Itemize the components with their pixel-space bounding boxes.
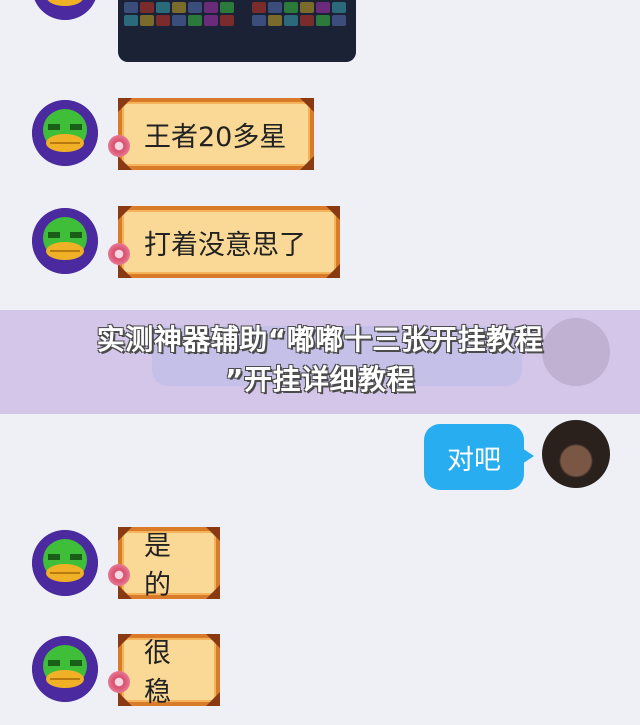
message-text: 王者20多星 bbox=[144, 121, 287, 153]
message-text: 打着没意思了 bbox=[144, 229, 306, 261]
title-banner: 实测神器辅助“嘟嘟十三张开挂教程 ”开挂详细教程 bbox=[0, 310, 640, 414]
duck-icon bbox=[32, 100, 98, 166]
duck-avatar[interactable] bbox=[32, 636, 98, 702]
message-text: 很稳 bbox=[144, 638, 171, 708]
duck-icon bbox=[32, 208, 98, 274]
banner-title: 实测神器辅助“嘟嘟十三张开挂教程 ”开挂详细教程 bbox=[0, 320, 640, 400]
flower-icon bbox=[108, 564, 130, 587]
duck-avatar[interactable] bbox=[32, 208, 98, 274]
duck-icon bbox=[32, 530, 98, 596]
flower-icon bbox=[108, 671, 130, 694]
shared-screenshot-image[interactable] bbox=[118, 0, 356, 62]
duck-icon bbox=[32, 636, 98, 702]
message-bubble-self[interactable]: 对吧 bbox=[424, 424, 534, 490]
duck-avatar[interactable] bbox=[32, 530, 98, 596]
banner-title-line1: 实测神器辅助“嘟嘟十三张开挂教程 bbox=[96, 323, 544, 356]
message-bubble[interactable]: 很稳 bbox=[108, 634, 220, 708]
flower-icon bbox=[108, 135, 130, 158]
duck-avatar[interactable] bbox=[32, 100, 98, 166]
message-text: 对吧 bbox=[447, 444, 501, 476]
flower-icon bbox=[108, 243, 130, 266]
item-grid bbox=[124, 2, 346, 26]
duck-avatar[interactable] bbox=[32, 0, 98, 20]
message-bubble[interactable]: 王者20多星 bbox=[108, 98, 314, 170]
chat-view: 王者20多星 打着没意思了 对吧 是的 很稳 实测神器辅助“嘟嘟十三张开挂教程 … bbox=[0, 0, 640, 725]
message-bubble[interactable]: 是的 bbox=[108, 527, 220, 601]
banner-title-line2: ”开挂详细教程 bbox=[225, 363, 415, 396]
message-bubble[interactable]: 打着没意思了 bbox=[108, 206, 340, 278]
duck-icon bbox=[34, 0, 96, 20]
message-text: 是的 bbox=[144, 531, 171, 601]
photo-avatar[interactable] bbox=[542, 420, 610, 488]
